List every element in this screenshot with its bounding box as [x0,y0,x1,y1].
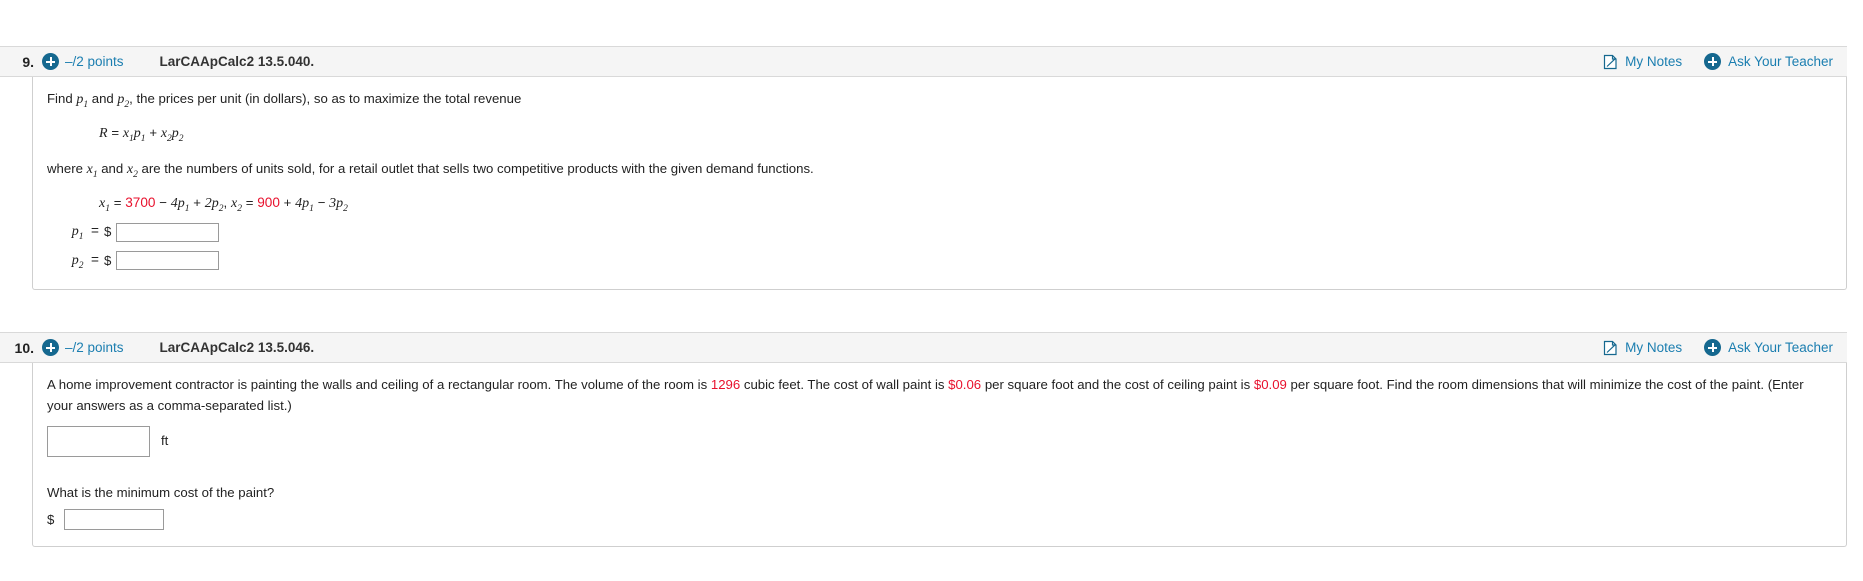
variable-x2: x2 [126,162,138,180]
question-block-10: 10. –/2 points LarCAApCalc2 13.5.046. My… [0,332,1847,548]
question-code: LarCAApCalc2 13.5.046. [159,340,315,356]
revenue-equation: R = x1p1 + x2p2 [99,124,184,144]
ask-your-teacher-link[interactable]: Ask Your Teacher [1704,53,1833,70]
variable-x1: x1 [86,162,98,180]
dimensions-input[interactable] [47,426,150,457]
room-volume-value: 1296 [710,377,741,393]
assignment-page: 9. –/2 points LarCAApCalc2 13.5.040. My … [0,0,1863,581]
body-text-b: cubic feet. The cost of wall paint is [740,377,949,393]
question-header-10: 10. –/2 points LarCAApCalc2 13.5.046. My… [0,332,1847,364]
min-cost-input[interactable] [64,509,165,531]
note-page-icon [1603,54,1618,70]
question-body-wrap-9: Find p1 and p2, the prices per unit (in … [0,77,1847,291]
wall-paint-cost-value: $0.06 [948,377,982,393]
plus-circle-icon[interactable] [42,53,59,70]
where-text-b: and [97,161,127,177]
question-where-clause-9: where x1 and x2 are the numbers of units… [47,159,1832,183]
question-body-9: Find p1 and p2, the prices per unit (in … [32,77,1847,291]
where-text-c: are the numbers of units sold, for a ret… [137,161,814,177]
question-number: 10. [14,339,34,356]
body-text-a: A home improvement contractor is paintin… [47,377,711,393]
question-prompt-9: Find p1 and p2, the prices per unit (in … [47,89,1832,113]
my-notes-label: My Notes [1625,54,1683,69]
dollar-sign: $ [104,224,112,240]
question-header-actions-9: My Notes Ask Your Teacher [1603,53,1833,70]
answer-input-p2[interactable] [116,251,220,271]
answer-label-p2: p2 = [71,251,99,271]
question-header-9: 9. –/2 points LarCAApCalc2 13.5.040. My … [0,46,1847,77]
question-prompt-10: A home improvement contractor is paintin… [47,375,1832,416]
demand-x2-constant: 900 [257,194,280,210]
ask-your-teacher-label: Ask Your Teacher [1728,340,1833,356]
dollar-sign: $ [47,511,55,527]
prompt-text-pre: Find [47,91,77,106]
ceiling-paint-cost-value: $0.09 [1253,377,1287,393]
question-code: LarCAApCalc2 13.5.040. [159,54,315,69]
question-body-wrap-10: A home improvement contractor is paintin… [0,363,1847,548]
where-text-a: where [47,161,87,177]
question-body-10: A home improvement contractor is paintin… [32,363,1847,548]
demand-x1-constant: 3700 [125,194,156,210]
my-notes-label: My Notes [1625,340,1683,356]
plus-circle-icon [1704,53,1722,70]
variable-p1: p1 [76,92,89,110]
question-number: 9. [22,53,34,70]
dollar-sign: $ [104,252,112,268]
points-label: –/2 points [65,340,124,356]
top-whitespace [0,0,1863,46]
demand-functions-equation: x1 = 3700 − 4p1 + 2p2, x2 = 900 + 4p1 − … [99,194,348,214]
my-notes-link[interactable]: My Notes [1603,54,1682,70]
my-notes-link[interactable]: My Notes [1603,340,1682,356]
question-block-9: 9. –/2 points LarCAApCalc2 13.5.040. My … [0,46,1847,291]
body-text-c: per square foot and the cost of ceiling … [981,377,1254,393]
question-separator [0,290,1863,333]
ask-your-teacher-label: Ask Your Teacher [1728,54,1833,69]
answer-label-p1: p1 = [71,223,99,242]
answer-row-p1: p1 = $ [55,220,1832,245]
ask-your-teacher-link[interactable]: Ask Your Teacher [1704,339,1833,357]
subquestion-text: What is the minimum cost of the paint? [47,485,275,500]
answer-row-p2: p2 = $ [55,249,1832,274]
question-header-actions-10: My Notes Ask Your Teacher [1603,339,1833,357]
prompt-text-mid: and [88,91,118,106]
variable-p2: p2 [117,92,130,110]
answer-input-p1[interactable] [116,222,220,242]
unit-label-ft: ft [161,433,169,449]
plus-circle-icon [1704,339,1722,357]
points-label: –/2 points [65,54,124,69]
plus-circle-icon[interactable] [42,339,59,357]
dimensions-answer-row: ft [47,426,1832,457]
min-cost-answer-row: $ [47,509,1832,531]
prompt-text-post: , the prices per unit (in dollars), so a… [129,91,522,106]
note-page-icon [1603,340,1618,356]
